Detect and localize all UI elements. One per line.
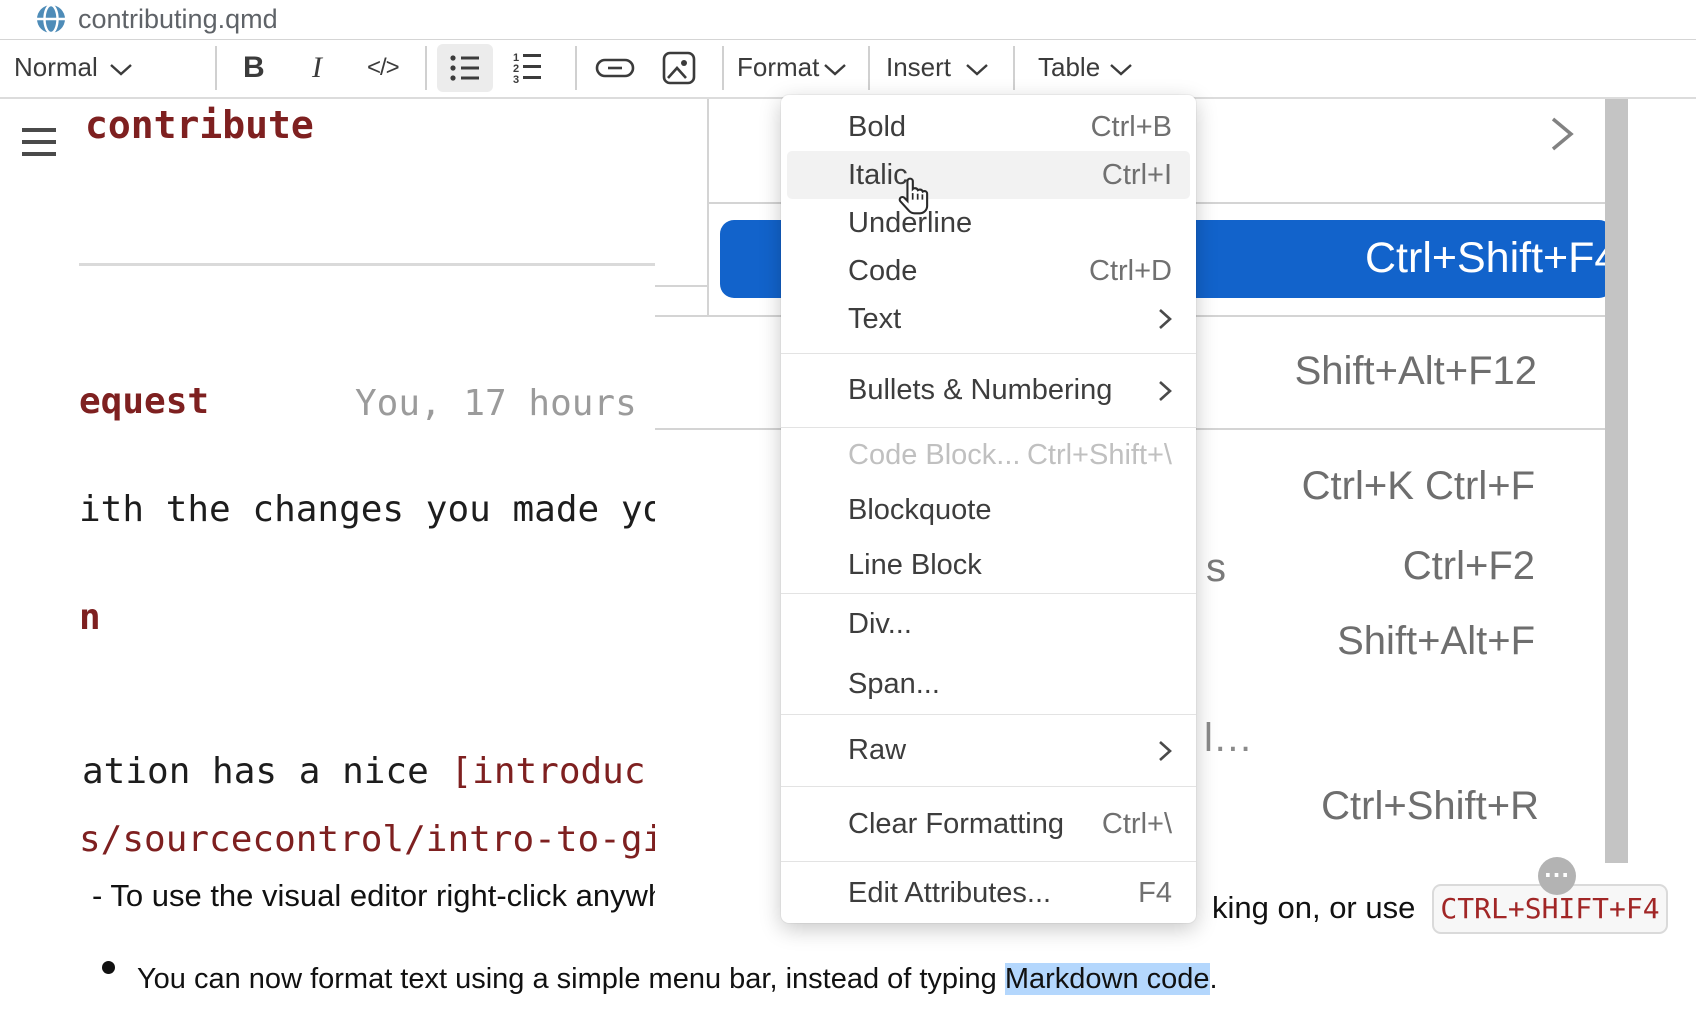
chevron-down-icon[interactable] — [966, 64, 988, 76]
menu-item-span[interactable]: Span... — [781, 654, 1196, 714]
doc-heading-fragment: n — [79, 597, 101, 638]
doc-text-line: ation has a nice [introduc — [82, 751, 646, 792]
toolbar-separator — [215, 46, 217, 90]
keybinding-row[interactable]: Ctrl+K Ctrl+F — [1302, 464, 1535, 509]
tab-bar: contributing.qmd — [0, 0, 1696, 40]
menu-item-shortcut: Ctrl+I — [1102, 159, 1172, 192]
menu-item-label: Edit Attributes... — [848, 877, 1138, 910]
menu-item-text[interactable]: Text — [781, 295, 1196, 343]
image-button[interactable] — [658, 48, 700, 88]
tab-filename[interactable]: contributing.qmd — [78, 4, 278, 35]
menu-item-line-block[interactable]: Line Block — [781, 538, 1196, 593]
menu-item-shortcut: Ctrl+Shift+\ — [1027, 439, 1172, 472]
inline-code-text: CTRL+SHIFT+F4 — [1440, 892, 1659, 925]
toolbar-separator — [722, 46, 724, 90]
ellipsis-icon: ⋯ — [1544, 859, 1571, 889]
hand-cursor-icon — [898, 176, 930, 223]
keybinding-row[interactable]: Ctrl+F2 — [1403, 544, 1535, 589]
menu-item-label: Underline — [848, 207, 1172, 240]
bullet-text-end: . — [1210, 963, 1218, 995]
keybinding-row[interactable]: Ctrl+Shift+R — [1321, 784, 1539, 829]
menu-item-clear-formatting[interactable]: Clear Formatting Ctrl+\ — [781, 787, 1196, 861]
doc-link-fragment: [introduc — [450, 751, 645, 792]
chevron-down-icon[interactable] — [1110, 64, 1132, 76]
visual-editor-globe-icon — [36, 4, 66, 34]
submenu-chevron-icon — [1158, 380, 1172, 402]
menu-item-edit-attributes[interactable]: Edit Attributes... F4 — [781, 862, 1196, 924]
table-menu-button[interactable]: Table — [1038, 52, 1100, 83]
doc-text-black: ation has a nice — [82, 751, 450, 792]
doc-heading-fragment: equest — [79, 381, 209, 422]
keybinding-row[interactable]: Shift+Alt+F — [1337, 619, 1535, 664]
format-dropdown-menu: Bold Ctrl+B Italic Ctrl+I Underline Code… — [781, 95, 1196, 923]
menu-item-label: Blockquote — [848, 494, 1172, 527]
selected-text[interactable]: Markdown code — [1005, 963, 1210, 995]
panel-column-divider — [707, 99, 709, 315]
more-actions-button[interactable]: ⋯ — [1538, 857, 1576, 895]
chevron-down-icon[interactable] — [110, 64, 132, 76]
link-button[interactable] — [592, 48, 638, 88]
doc-tip-line-right: king on, or use — [1212, 890, 1415, 926]
submenu-chevron-icon — [1158, 308, 1172, 330]
doc-text-line: ith the changes you made yo — [79, 489, 664, 530]
italic-button[interactable]: I — [312, 48, 322, 88]
toolbar-separator — [575, 46, 577, 90]
menu-item-label: Bullets & Numbering — [848, 374, 1144, 407]
doc-heading: contribute — [85, 103, 314, 147]
menu-item-shortcut: Ctrl+D — [1089, 255, 1172, 288]
editor-toolbar: Normal B I </> 1 2 3 Format — [0, 40, 1696, 99]
menu-item-label: Clear Formatting — [848, 808, 1102, 841]
menu-item-blockquote[interactable]: Blockquote — [781, 483, 1196, 538]
menu-item-bold[interactable]: Bold Ctrl+B — [781, 103, 1196, 151]
panel-scrollbar[interactable] — [1605, 99, 1628, 863]
toolbar-separator — [868, 46, 870, 90]
svg-text:3: 3 — [513, 74, 519, 86]
doc-tip-line-left: - To use the visual editor right-click a… — [92, 878, 655, 914]
menu-item-label: Text — [848, 303, 1144, 336]
paragraph-style-select[interactable]: Normal — [14, 52, 98, 83]
keybinding-row[interactable]: Shift+Alt+F12 — [1295, 349, 1537, 394]
code-button[interactable]: </> — [367, 48, 399, 88]
insert-menu-button[interactable]: Insert — [886, 52, 951, 83]
menu-item-label: Bold — [848, 111, 1091, 144]
keybinding-label: Ctrl+Shift+F4 — [1365, 234, 1618, 283]
panel-row-divider — [655, 285, 707, 287]
menu-item-raw[interactable]: Raw — [781, 715, 1196, 786]
menu-item-label: Code — [848, 255, 1089, 288]
menu-item-label: Raw — [848, 734, 1144, 767]
submenu-chevron-icon — [1158, 740, 1172, 762]
menu-item-bullets-numbering[interactable]: Bullets & Numbering — [781, 354, 1196, 427]
toolbar-separator — [1013, 46, 1015, 90]
chevron-down-icon[interactable] — [824, 64, 846, 76]
occluded-text-fragment: l… — [1204, 716, 1253, 761]
bullet-dot — [102, 961, 115, 974]
bold-button[interactable]: B — [243, 48, 265, 88]
menu-item-label: Line Block — [848, 549, 1172, 582]
chevron-right-icon[interactable] — [1550, 117, 1574, 156]
menu-item-label: Code Block... — [848, 439, 1027, 472]
menu-item-div[interactable]: Div... — [781, 594, 1196, 654]
doc-divider — [79, 263, 655, 266]
menu-item-label: Div... — [848, 608, 1172, 641]
menu-item-code[interactable]: Code Ctrl+D — [781, 247, 1196, 295]
bullet-text: You can now format text using a simple m… — [137, 963, 1005, 995]
menu-item-label: Span... — [848, 668, 1172, 701]
doc-bullet-item: You can now format text using a simple m… — [102, 961, 1218, 996]
menu-item-shortcut: Ctrl+\ — [1102, 808, 1172, 841]
format-menu-button[interactable]: Format — [737, 52, 819, 83]
outline-menu-icon[interactable] — [22, 128, 56, 164]
numbered-list-button[interactable]: 1 2 3 — [505, 48, 549, 88]
bullet-list-button[interactable] — [437, 44, 493, 92]
doc-blame-annotation: You, 17 hours — [355, 383, 637, 424]
menu-item-shortcut: Ctrl+B — [1091, 111, 1172, 144]
menu-item-code-block[interactable]: Code Block... Ctrl+Shift+\ — [781, 428, 1196, 483]
menu-item-underline[interactable]: Underline — [781, 199, 1196, 247]
menu-item-italic[interactable]: Italic Ctrl+I — [787, 151, 1190, 199]
occluded-text-fragment: s — [1206, 546, 1226, 591]
toolbar-separator — [425, 46, 427, 90]
menu-item-label: Italic — [848, 159, 1102, 192]
menu-item-shortcut: F4 — [1138, 877, 1172, 910]
doc-url-fragment: s/sourcecontrol/intro-to-gi — [79, 819, 664, 860]
